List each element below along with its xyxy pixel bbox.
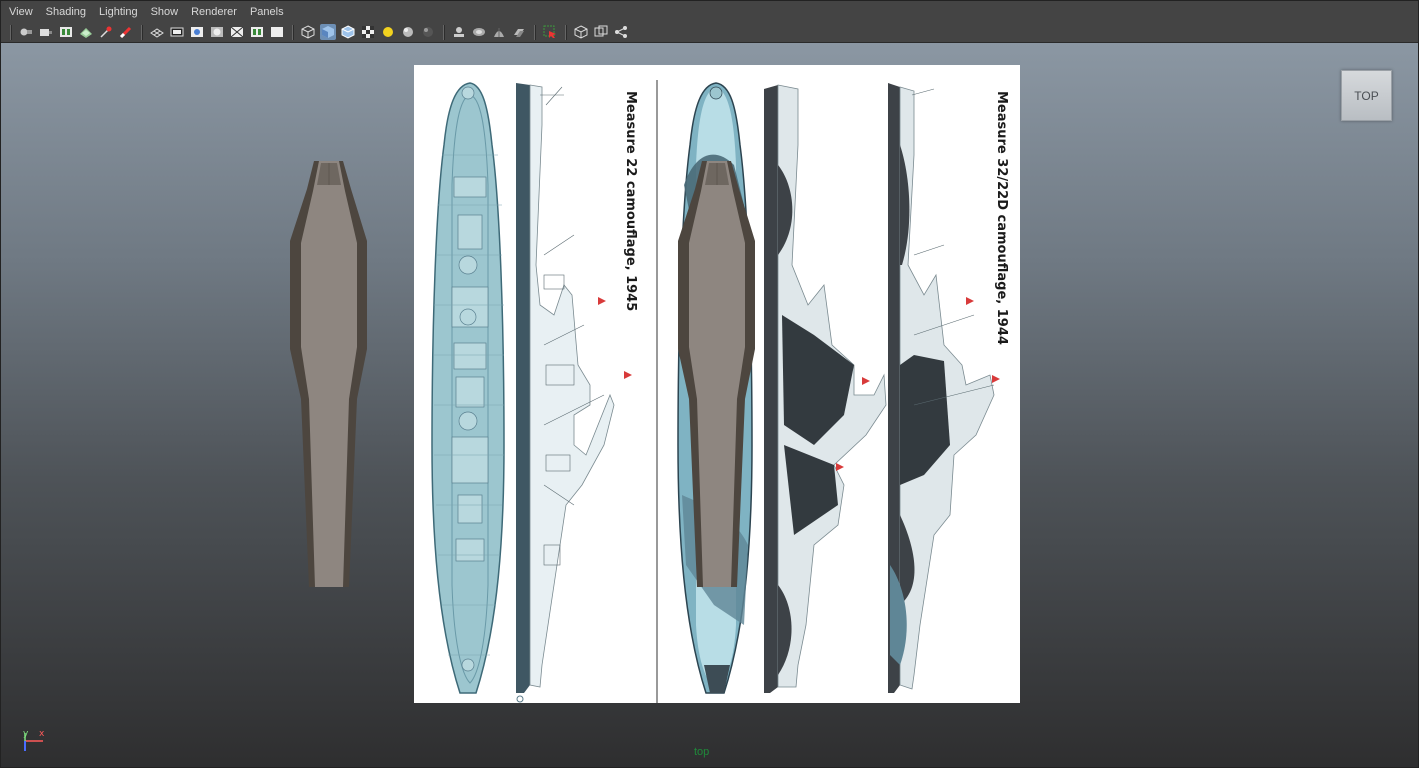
menu-panels[interactable]: Panels bbox=[250, 6, 284, 18]
toolbar-separator bbox=[292, 24, 293, 40]
bookmarks-icon[interactable] bbox=[58, 24, 74, 40]
3d-viewport[interactable]: Measure 22 camouflage, 1945 Measure 32/2… bbox=[1, 43, 1418, 767]
resolution-gate-icon[interactable] bbox=[189, 24, 205, 40]
toolbar-separator bbox=[443, 24, 444, 40]
hull-mesh-overlay[interactable] bbox=[675, 159, 759, 591]
menu-view[interactable]: View bbox=[9, 6, 33, 18]
2d-pan-zoom-icon[interactable] bbox=[98, 24, 114, 40]
menu-shading[interactable]: Shading bbox=[46, 6, 86, 18]
xray-joints-icon[interactable] bbox=[491, 24, 507, 40]
blueprint-caption-measure-32: Measure 32/22D camouflage, 1944 bbox=[994, 91, 1009, 345]
axis-x-label: x bbox=[39, 729, 45, 739]
textured-icon[interactable] bbox=[360, 24, 376, 40]
panel-toolbar bbox=[1, 22, 1418, 43]
toolbar-separator bbox=[534, 24, 535, 40]
graph-editor-icon[interactable] bbox=[613, 24, 629, 40]
axis-y-label: y bbox=[23, 729, 29, 739]
toolbar-separator bbox=[10, 24, 11, 40]
toolbar-separator bbox=[141, 24, 142, 40]
select-camera-icon[interactable] bbox=[542, 24, 558, 40]
smooth-shade-icon[interactable] bbox=[320, 24, 336, 40]
single-view-icon[interactable] bbox=[573, 24, 589, 40]
image-plane-icon[interactable] bbox=[78, 24, 94, 40]
menu-renderer[interactable]: Renderer bbox=[191, 6, 237, 18]
field-chart-icon[interactable] bbox=[229, 24, 245, 40]
wireframe-icon[interactable] bbox=[300, 24, 316, 40]
menu-lighting[interactable]: Lighting bbox=[99, 6, 138, 18]
safe-action-icon[interactable] bbox=[249, 24, 265, 40]
two-panes-icon[interactable] bbox=[593, 24, 609, 40]
xray-active-icon[interactable] bbox=[511, 24, 527, 40]
wireframe-on-shaded-icon[interactable] bbox=[340, 24, 356, 40]
grid-icon[interactable] bbox=[149, 24, 165, 40]
film-gate-icon[interactable] bbox=[169, 24, 185, 40]
maya-viewport-panel: View Shading Lighting Show Renderer Pane… bbox=[0, 0, 1419, 768]
safe-title-icon[interactable] bbox=[269, 24, 285, 40]
gate-mask-icon[interactable] bbox=[209, 24, 225, 40]
panel-menubar: View Shading Lighting Show Renderer Pane… bbox=[1, 1, 1418, 22]
toolbar-separator bbox=[565, 24, 566, 40]
menu-show[interactable]: Show bbox=[151, 6, 179, 18]
ambient-occlusion-icon[interactable] bbox=[420, 24, 436, 40]
isolate-select-icon[interactable] bbox=[451, 24, 467, 40]
hull-mesh-left[interactable] bbox=[287, 159, 371, 591]
view-cube-top[interactable]: TOP bbox=[1341, 70, 1392, 121]
axis-gizmo: y x bbox=[17, 729, 57, 759]
grease-pencil-icon[interactable] bbox=[118, 24, 134, 40]
use-all-lights-icon[interactable] bbox=[380, 24, 396, 40]
camera-select-icon[interactable] bbox=[18, 24, 34, 40]
blueprint-caption-measure-22: Measure 22 camouflage, 1945 bbox=[623, 91, 638, 312]
shadows-icon[interactable] bbox=[400, 24, 416, 40]
xray-icon[interactable] bbox=[471, 24, 487, 40]
camera-attributes-icon[interactable] bbox=[38, 24, 54, 40]
camera-name-label: top bbox=[694, 746, 710, 758]
